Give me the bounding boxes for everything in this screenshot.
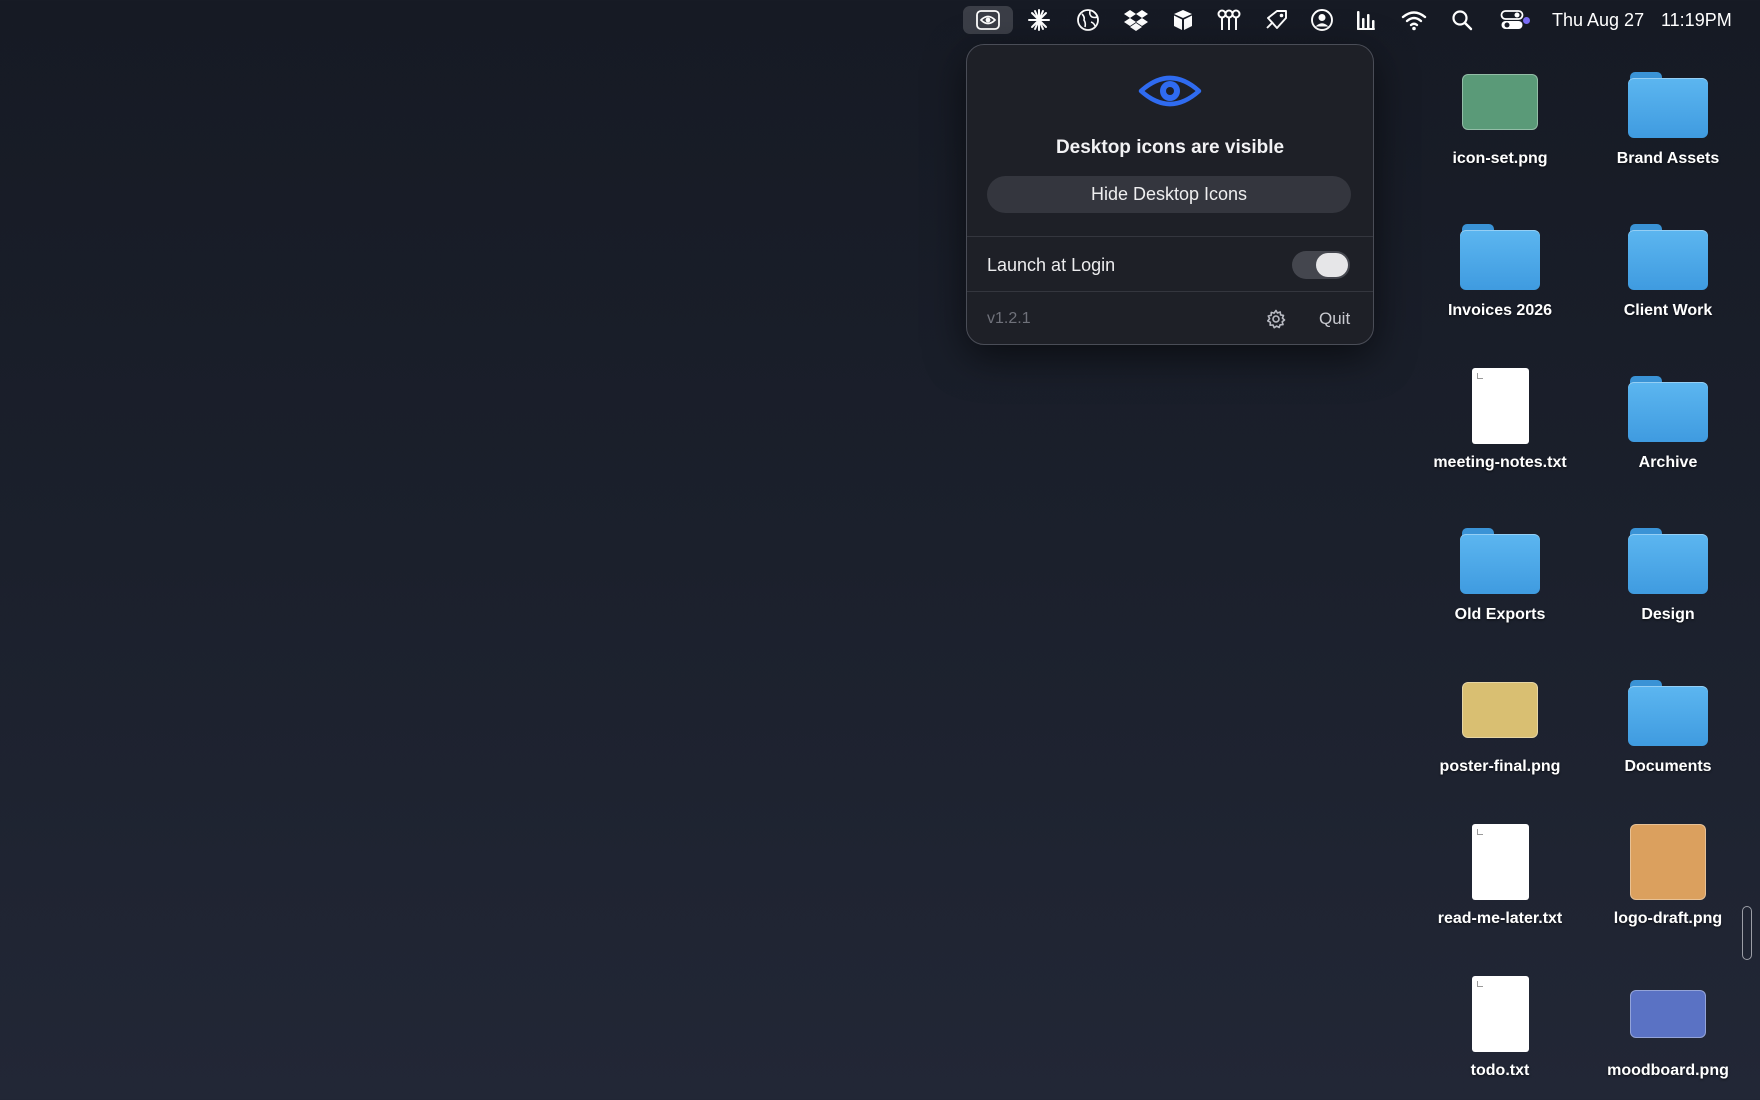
desktop-item-todo[interactable]: todo.txt — [1416, 974, 1584, 1100]
launch-at-login-toggle[interactable] — [1292, 251, 1350, 279]
divider — [967, 236, 1373, 237]
menubar-time[interactable]: 11:19PM — [1661, 0, 1732, 40]
desktop-item-documents[interactable]: Documents — [1584, 670, 1752, 810]
text-file-icon — [1460, 366, 1540, 446]
user-circle-icon[interactable] — [1305, 6, 1339, 34]
gear-icon[interactable] — [1265, 308, 1287, 330]
folder-icon — [1460, 214, 1540, 294]
globe-icon[interactable] — [1071, 6, 1105, 34]
folder-icon — [1628, 670, 1708, 750]
desktop-item-archive[interactable]: Archive — [1584, 366, 1752, 506]
desktop-item-logo-draft[interactable]: logo-draft.png — [1584, 822, 1752, 962]
desktop-item-poster-final[interactable]: poster-final.png — [1416, 670, 1584, 810]
desktop-item-label: Invoices 2026 — [1447, 302, 1553, 319]
hide-desktop-icons-button[interactable]: Hide Desktop Icons — [987, 176, 1351, 213]
text-file-icon — [1460, 974, 1540, 1054]
image-thumbnail — [1460, 62, 1540, 142]
desktop-item-brand-assets[interactable]: Brand Assets — [1584, 62, 1752, 202]
image-icon — [1630, 990, 1706, 1038]
folder-icon — [1628, 214, 1708, 294]
menubar-date[interactable]: Thu Aug 27 — [1552, 0, 1644, 40]
image-icon — [1462, 682, 1538, 738]
launch-at-login-label: Launch at Login — [987, 255, 1116, 275]
desktop-scrollbar[interactable] — [1742, 906, 1752, 960]
desktop-item-design[interactable]: Design — [1584, 518, 1752, 658]
desktop-item-label: meeting-notes.txt — [1433, 454, 1567, 471]
desktop-item-label: Client Work — [1623, 302, 1713, 319]
box-icon[interactable] — [1166, 6, 1200, 34]
desktop-item-label: todo.txt — [1470, 1062, 1530, 1079]
desktop-item-label: Brand Assets — [1616, 150, 1720, 167]
folder-icon — [1628, 518, 1708, 598]
desktop-item-label: Old Exports — [1454, 606, 1546, 623]
desktop-item-old-exports[interactable]: Old Exports — [1416, 518, 1584, 658]
keys-icon[interactable] — [1212, 6, 1246, 34]
image-thumbnail — [1460, 670, 1540, 750]
folder-icon — [1460, 518, 1540, 598]
desktop-item-meeting-notes[interactable]: meeting-notes.txt — [1416, 366, 1584, 506]
desktop-item-label: Design — [1641, 606, 1695, 623]
eye-toggle-icon[interactable] — [963, 6, 1013, 34]
desktop-item-moodboard[interactable]: moodboard.png — [1584, 974, 1752, 1100]
desktop-icons-popover: Desktop icons are visible Hide Desktop I… — [966, 44, 1374, 345]
wifi-icon[interactable] — [1397, 6, 1431, 34]
image-icon — [1462, 74, 1538, 130]
desktop-item-label: Documents — [1624, 758, 1712, 775]
desktop-item-label: Archive — [1638, 454, 1698, 471]
desktop-item-label: read-me-later.txt — [1437, 910, 1563, 927]
version-label: v1.2.1 — [987, 310, 1031, 327]
search-icon[interactable] — [1445, 6, 1479, 34]
visibility-status: Desktop icons are visible — [1055, 137, 1285, 158]
desktop-item-icon-set[interactable]: icon-set.png — [1416, 62, 1584, 202]
toggle-knob — [1316, 253, 1348, 277]
quit-button[interactable]: Quit — [1319, 309, 1350, 329]
menu-bar: Thu Aug 27 11:19PM — [0, 0, 1760, 40]
desktop-item-invoices-2026[interactable]: Invoices 2026 — [1416, 214, 1584, 354]
desktop-item-read-me-later[interactable]: read-me-later.txt — [1416, 822, 1584, 962]
folder-icon — [1628, 366, 1708, 446]
dropbox-icon[interactable] — [1119, 6, 1153, 34]
text-file-icon — [1460, 822, 1540, 902]
image-thumbnail — [1628, 822, 1708, 902]
image-thumbnail — [1628, 974, 1708, 1054]
eye-icon — [1138, 71, 1202, 111]
desktop-item-label: logo-draft.png — [1613, 910, 1723, 927]
desktop-item-client-work[interactable]: Client Work — [1584, 214, 1752, 354]
tag-icon[interactable] — [1260, 6, 1294, 34]
folder-icon — [1628, 62, 1708, 142]
sparkle-icon[interactable] — [1022, 6, 1056, 34]
divider — [967, 291, 1373, 292]
desktop-item-label: moodboard.png — [1607, 1062, 1729, 1079]
desktop-item-label: icon-set.png — [1452, 150, 1548, 167]
image-icon — [1630, 824, 1706, 900]
audio-bars-icon[interactable] — [1350, 6, 1384, 34]
desktop-item-label: poster-final.png — [1439, 758, 1561, 775]
notification-dot — [1523, 17, 1530, 24]
